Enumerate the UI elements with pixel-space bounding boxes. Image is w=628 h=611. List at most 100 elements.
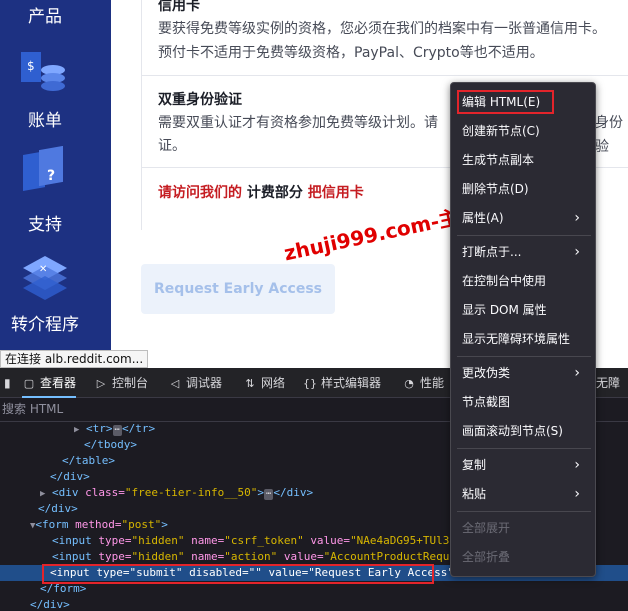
tab-performance[interactable]: ◔ 性能	[402, 368, 444, 398]
menu-item-paste[interactable]: 粘贴 ›	[462, 483, 592, 505]
chevron-right-icon: ›	[574, 457, 580, 473]
console-icon: ▷	[96, 377, 106, 390]
menu-item-label: 删除节点(D)	[462, 182, 529, 196]
code-line[interactable]: ▶ <div class="free-tier-info__50"> ⋯ </div…	[40, 485, 313, 502]
menu-item-label: 粘贴	[462, 487, 487, 501]
sidebar-item-products[interactable]: 产品	[0, 2, 90, 27]
menu-separator	[457, 235, 591, 236]
tab-debugger[interactable]: ◁ 调试器	[168, 368, 222, 398]
code-line[interactable]: </div>	[30, 597, 70, 611]
menu-item-label: 在控制台中使用	[462, 274, 547, 288]
tab-network[interactable]: ⇅ 网络	[243, 368, 285, 398]
collapsed-ellipsis[interactable]: ⋯	[112, 425, 122, 436]
code-line[interactable]: </div>	[38, 501, 78, 517]
pick-element-icon[interactable]: ▮	[4, 368, 11, 398]
performance-icon: ◔	[404, 377, 414, 390]
code-tag: <tr>	[86, 422, 113, 435]
menu-item-show-dom-properties[interactable]: 显示 DOM 属性	[462, 299, 592, 321]
tab-style-editor[interactable]: {} 样式编辑器	[303, 368, 381, 398]
notice-part-c: 把信用卡	[307, 185, 364, 201]
code-attr: method=	[75, 518, 122, 531]
context-menu: 编辑 HTML(E) 创建新节点(C) 生成节点副本 删除节点(D) 属性(A)…	[450, 82, 596, 577]
highlight-box-submit-line	[42, 564, 434, 584]
code-tag: >	[257, 486, 264, 499]
menu-item-label: 创建新节点(C)	[462, 124, 540, 138]
code-line[interactable]: <input type="hidden" name="action" value…	[52, 549, 489, 565]
code-tag: </tbody>	[84, 438, 137, 451]
network-icon: ⇅	[245, 377, 255, 390]
credit-card-title: 信用卡	[158, 0, 200, 14]
tab-accessibility[interactable]: 无障	[596, 368, 620, 398]
sidebar-item-label: 账单	[28, 111, 62, 131]
menu-item-screenshot-node[interactable]: 节点截图	[462, 391, 592, 413]
menu-item-duplicate-node[interactable]: 生成节点副本	[462, 149, 592, 171]
code-tag: </div>	[50, 470, 90, 483]
svg-text:✕: ✕	[39, 264, 47, 275]
code-line[interactable]: </tbody>	[84, 437, 137, 453]
code-val: "csrf_token"	[224, 534, 311, 547]
expand-icon[interactable]: ▶	[74, 425, 79, 435]
code-line[interactable]: </div>	[50, 469, 90, 485]
chevron-right-icon: ›	[574, 365, 580, 381]
menu-item-delete-node[interactable]: 删除节点(D)	[462, 178, 592, 200]
menu-item-label: 显示 DOM 属性	[462, 303, 547, 317]
code-val: "action"	[224, 550, 284, 563]
highlight-box-edit-html	[457, 90, 554, 114]
code-line[interactable]: ▼<form method="post">	[30, 517, 168, 534]
code-attr: value=	[283, 550, 324, 563]
menu-item-label: 显示无障碍环境属性	[462, 332, 571, 346]
support-icon: ?	[17, 145, 73, 202]
sidebar-item-support[interactable]: 支持	[0, 210, 90, 235]
request-early-access-button[interactable]: Request Early Access	[141, 264, 335, 314]
tab-label: 样式编辑器	[321, 376, 382, 390]
sidebar: 产品 $ 账单 ? 支持 ✕ 转介程序	[0, 0, 111, 368]
menu-item-label: 复制	[462, 458, 487, 472]
menu-item-break-on[interactable]: 打断点于... ›	[462, 241, 592, 263]
referral-icon: ✕	[17, 250, 73, 306]
tab-label: 调试器	[186, 376, 223, 390]
menu-item-label: 画面滚动到节点(S)	[462, 424, 563, 438]
tab-label: 性能	[420, 376, 445, 390]
menu-item-change-pseudo-class[interactable]: 更改伪类 ›	[462, 362, 592, 384]
collapsed-ellipsis[interactable]: ⋯	[264, 489, 274, 500]
code-line[interactable]: <input type="hidden" name="csrf_token" v…	[52, 533, 496, 549]
sidebar-item-label: 转介程序	[11, 315, 79, 335]
menu-item-collapse-all: 全部折叠	[462, 546, 592, 568]
sidebar-item-billing[interactable]: 账单	[0, 106, 90, 131]
menu-item-label: 属性(A)	[462, 211, 504, 225]
tab-inspector[interactable]: ▢ 查看器	[22, 368, 77, 398]
menu-item-label: 打断点于...	[462, 245, 522, 259]
menu-item-create-node[interactable]: 创建新节点(C)	[462, 120, 592, 142]
billing-notice: 请访问我们的 计费部分 把信用卡	[158, 182, 364, 202]
sidebar-item-referral[interactable]: 转介程序	[0, 314, 90, 336]
tfa-text-2: 证。	[158, 138, 186, 154]
billing-link[interactable]: 计费部分	[242, 185, 308, 201]
divider	[141, 75, 628, 76]
style-editor-icon: {}	[303, 377, 317, 390]
menu-item-use-in-console[interactable]: 在控制台中使用	[462, 270, 592, 292]
expand-icon[interactable]: ▶	[40, 489, 45, 499]
code-attr: type=	[98, 550, 132, 563]
menu-item-show-accessibility-properties[interactable]: 显示无障碍环境属性	[462, 328, 592, 350]
code-tag: </div>	[38, 502, 78, 515]
code-line[interactable]: ▶ <tr> ⋯ </tr>	[74, 421, 155, 438]
chevron-right-icon: ›	[574, 244, 580, 260]
tab-console[interactable]: ▷ 控制台	[94, 368, 148, 398]
code-tag: <div	[52, 486, 86, 499]
menu-item-attributes[interactable]: 属性(A) ›	[462, 207, 592, 229]
sidebar-item-label: 支持	[28, 215, 62, 235]
sidebar-item-label: 产品	[28, 7, 62, 27]
menu-item-scroll-into-view[interactable]: 画面滚动到节点(S)	[462, 420, 592, 442]
code-tag: <input	[52, 534, 99, 547]
code-attr: name=	[191, 534, 225, 547]
code-tag: </table>	[62, 454, 115, 467]
code-tag: </div>	[30, 598, 70, 611]
svg-text:$: $	[27, 59, 35, 73]
code-val: "hidden"	[131, 550, 192, 563]
status-tooltip: 在连接 alb.reddit.com...	[0, 350, 149, 368]
menu-item-label: 更改伪类	[462, 366, 511, 380]
chevron-right-icon: ›	[574, 210, 580, 226]
menu-item-copy[interactable]: 复制 ›	[462, 454, 592, 476]
code-line[interactable]: </table>	[62, 453, 115, 469]
code-val: "free-tier-info__50"	[124, 486, 258, 499]
